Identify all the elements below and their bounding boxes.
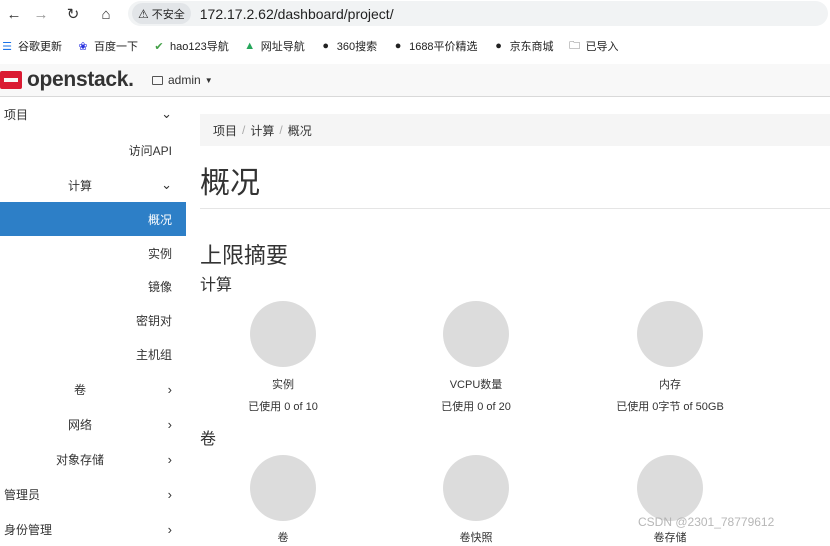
globe-icon: ● — [394, 40, 402, 52]
sidebar-item-project[interactable]: 项目 ⌄ — [0, 97, 186, 131]
instances-usage: 已使用 0 of 10 — [248, 401, 318, 413]
bookmark-item[interactable]: ✔ hao123导航 — [152, 38, 228, 54]
nav-site-icon: ▲ — [244, 40, 256, 52]
list-icon — [152, 75, 163, 85]
address-bar[interactable]: ⚠ 不安全 172.17.2.62/dashboard/project/ — [128, 1, 828, 26]
hao123-icon: ✔ — [154, 40, 164, 53]
sidebar-item-keypairs[interactable]: 密钥对 — [0, 303, 186, 337]
url-text[interactable]: 172.17.2.62/dashboard/project/ — [200, 6, 394, 22]
instances-pie-chart — [250, 301, 316, 367]
chevron-right-icon: › — [167, 486, 172, 502]
openstack-logo-icon[interactable] — [0, 71, 22, 89]
sidebar-item-images[interactable]: 镜像 — [0, 269, 186, 303]
security-label: 不安全 — [151, 8, 185, 21]
sidebar-item-instances[interactable]: 实例 — [0, 236, 186, 270]
chevron-right-icon: › — [167, 416, 172, 432]
ram-label: 内存 — [659, 379, 681, 391]
sidebar-item-volumes[interactable]: 卷 › — [0, 372, 186, 406]
volume-heading: 卷 — [200, 431, 217, 448]
forward-arrow-icon[interactable]: → — [27, 0, 55, 28]
chevron-down-icon: ⌄ — [161, 106, 172, 121]
chevron-down-icon: ⌄ — [161, 177, 172, 192]
bookmark-item[interactable]: ● 360搜索 — [319, 38, 377, 54]
bookmark-item[interactable]: ☰ 谷歌更新 — [0, 38, 62, 54]
vcpu-usage: 已使用 0 of 20 — [441, 401, 511, 413]
openstack-logo-text[interactable]: openstack. — [27, 68, 134, 92]
watermark: CSDN @2301_78779612 — [638, 515, 775, 529]
sidebar-item-identity[interactable]: 身份管理 › — [0, 512, 186, 546]
globe-icon: ● — [495, 40, 502, 52]
sidebar-item-server-groups[interactable]: 主机组 — [0, 337, 186, 371]
divider — [200, 208, 830, 209]
volume-snapshots-label: 卷快照 — [459, 532, 493, 544]
volumes-label: 卷 — [277, 532, 289, 544]
volume-snapshots-pie-chart — [443, 455, 509, 521]
back-arrow-icon[interactable]: ← — [0, 0, 28, 28]
baidu-icon: ❀ — [78, 40, 88, 53]
sidebar-item-network[interactable]: 网络 › — [0, 407, 186, 441]
chevron-right-icon: › — [167, 451, 172, 467]
sidebar-item-overview[interactable]: 概况 — [0, 202, 186, 236]
chevron-right-icon: › — [167, 521, 172, 537]
volume-storage-pie-chart — [637, 455, 703, 521]
bookmark-item[interactable]: ● 1688平价精选 — [391, 38, 478, 54]
page-title: 概况 — [200, 167, 260, 200]
openstack-header: openstack. admin ▼ — [0, 64, 830, 97]
warning-icon: ⚠ — [138, 6, 149, 21]
caret-down-icon: ▼ — [204, 75, 213, 85]
home-icon[interactable]: ⌂ — [92, 0, 120, 28]
vcpu-pie-chart — [443, 301, 509, 367]
bookmark-item[interactable]: ▲ 网址导航 — [243, 38, 304, 54]
breadcrumb-item[interactable]: 项目 — [213, 122, 237, 139]
breadcrumb: 项目 / 计算 / 概况 — [200, 114, 830, 146]
ram-pie-chart — [637, 301, 703, 367]
project-switcher[interactable]: admin ▼ — [152, 73, 213, 87]
sidebar-item-admin[interactable]: 管理员 › — [0, 477, 186, 511]
bookmark-item[interactable]: ❀ 百度一下 — [76, 38, 138, 54]
limit-summary-heading: 上限摘要 — [200, 243, 289, 268]
project-name: admin — [168, 73, 201, 87]
globe-icon: ● — [322, 40, 330, 52]
instances-label: 实例 — [272, 379, 294, 391]
breadcrumb-item-current: 概况 — [287, 123, 312, 138]
bookmark-item[interactable]: ● 京东商城 — [492, 38, 553, 54]
reload-icon[interactable]: ↻ — [59, 0, 87, 28]
wifi-icon: ☰ — [2, 40, 12, 53]
sidebar: 项目 ⌄ 访问API 计算 ⌄ 概况 实例 镜像 密钥对 主机组 卷 › 网络 … — [0, 97, 186, 539]
bookmarks-bar: ☰ 谷歌更新 ❀ 百度一下 ✔ hao123导航 ▲ 网址导航 ● 360搜索 ● 1688… — [0, 36, 830, 56]
ram-usage: 已使用 0字节 of 50GB — [616, 401, 724, 413]
sidebar-item-compute[interactable]: 计算 ⌄ — [0, 168, 186, 202]
volumes-pie-chart — [250, 455, 316, 521]
vcpu-label: VCPU数量 — [449, 379, 503, 391]
sidebar-item-access-api[interactable]: 访问API — [0, 133, 186, 167]
breadcrumb-item[interactable]: 计算 — [250, 122, 274, 139]
folder-icon: 🗀 — [569, 39, 581, 52]
chevron-right-icon: › — [167, 381, 172, 397]
browser-toolbar: ← → ↻ ⌂ ⚠ 不安全 172.17.2.62/dashboard/proj… — [0, 0, 830, 28]
bookmark-item[interactable]: 🗀 已导入 — [568, 38, 619, 54]
compute-heading: 计算 — [200, 277, 233, 294]
sidebar-item-object-store[interactable]: 对象存储 › — [0, 442, 186, 476]
volume-storage-label: 卷存储 — [653, 532, 687, 544]
security-indicator[interactable]: ⚠ 不安全 — [132, 3, 191, 24]
